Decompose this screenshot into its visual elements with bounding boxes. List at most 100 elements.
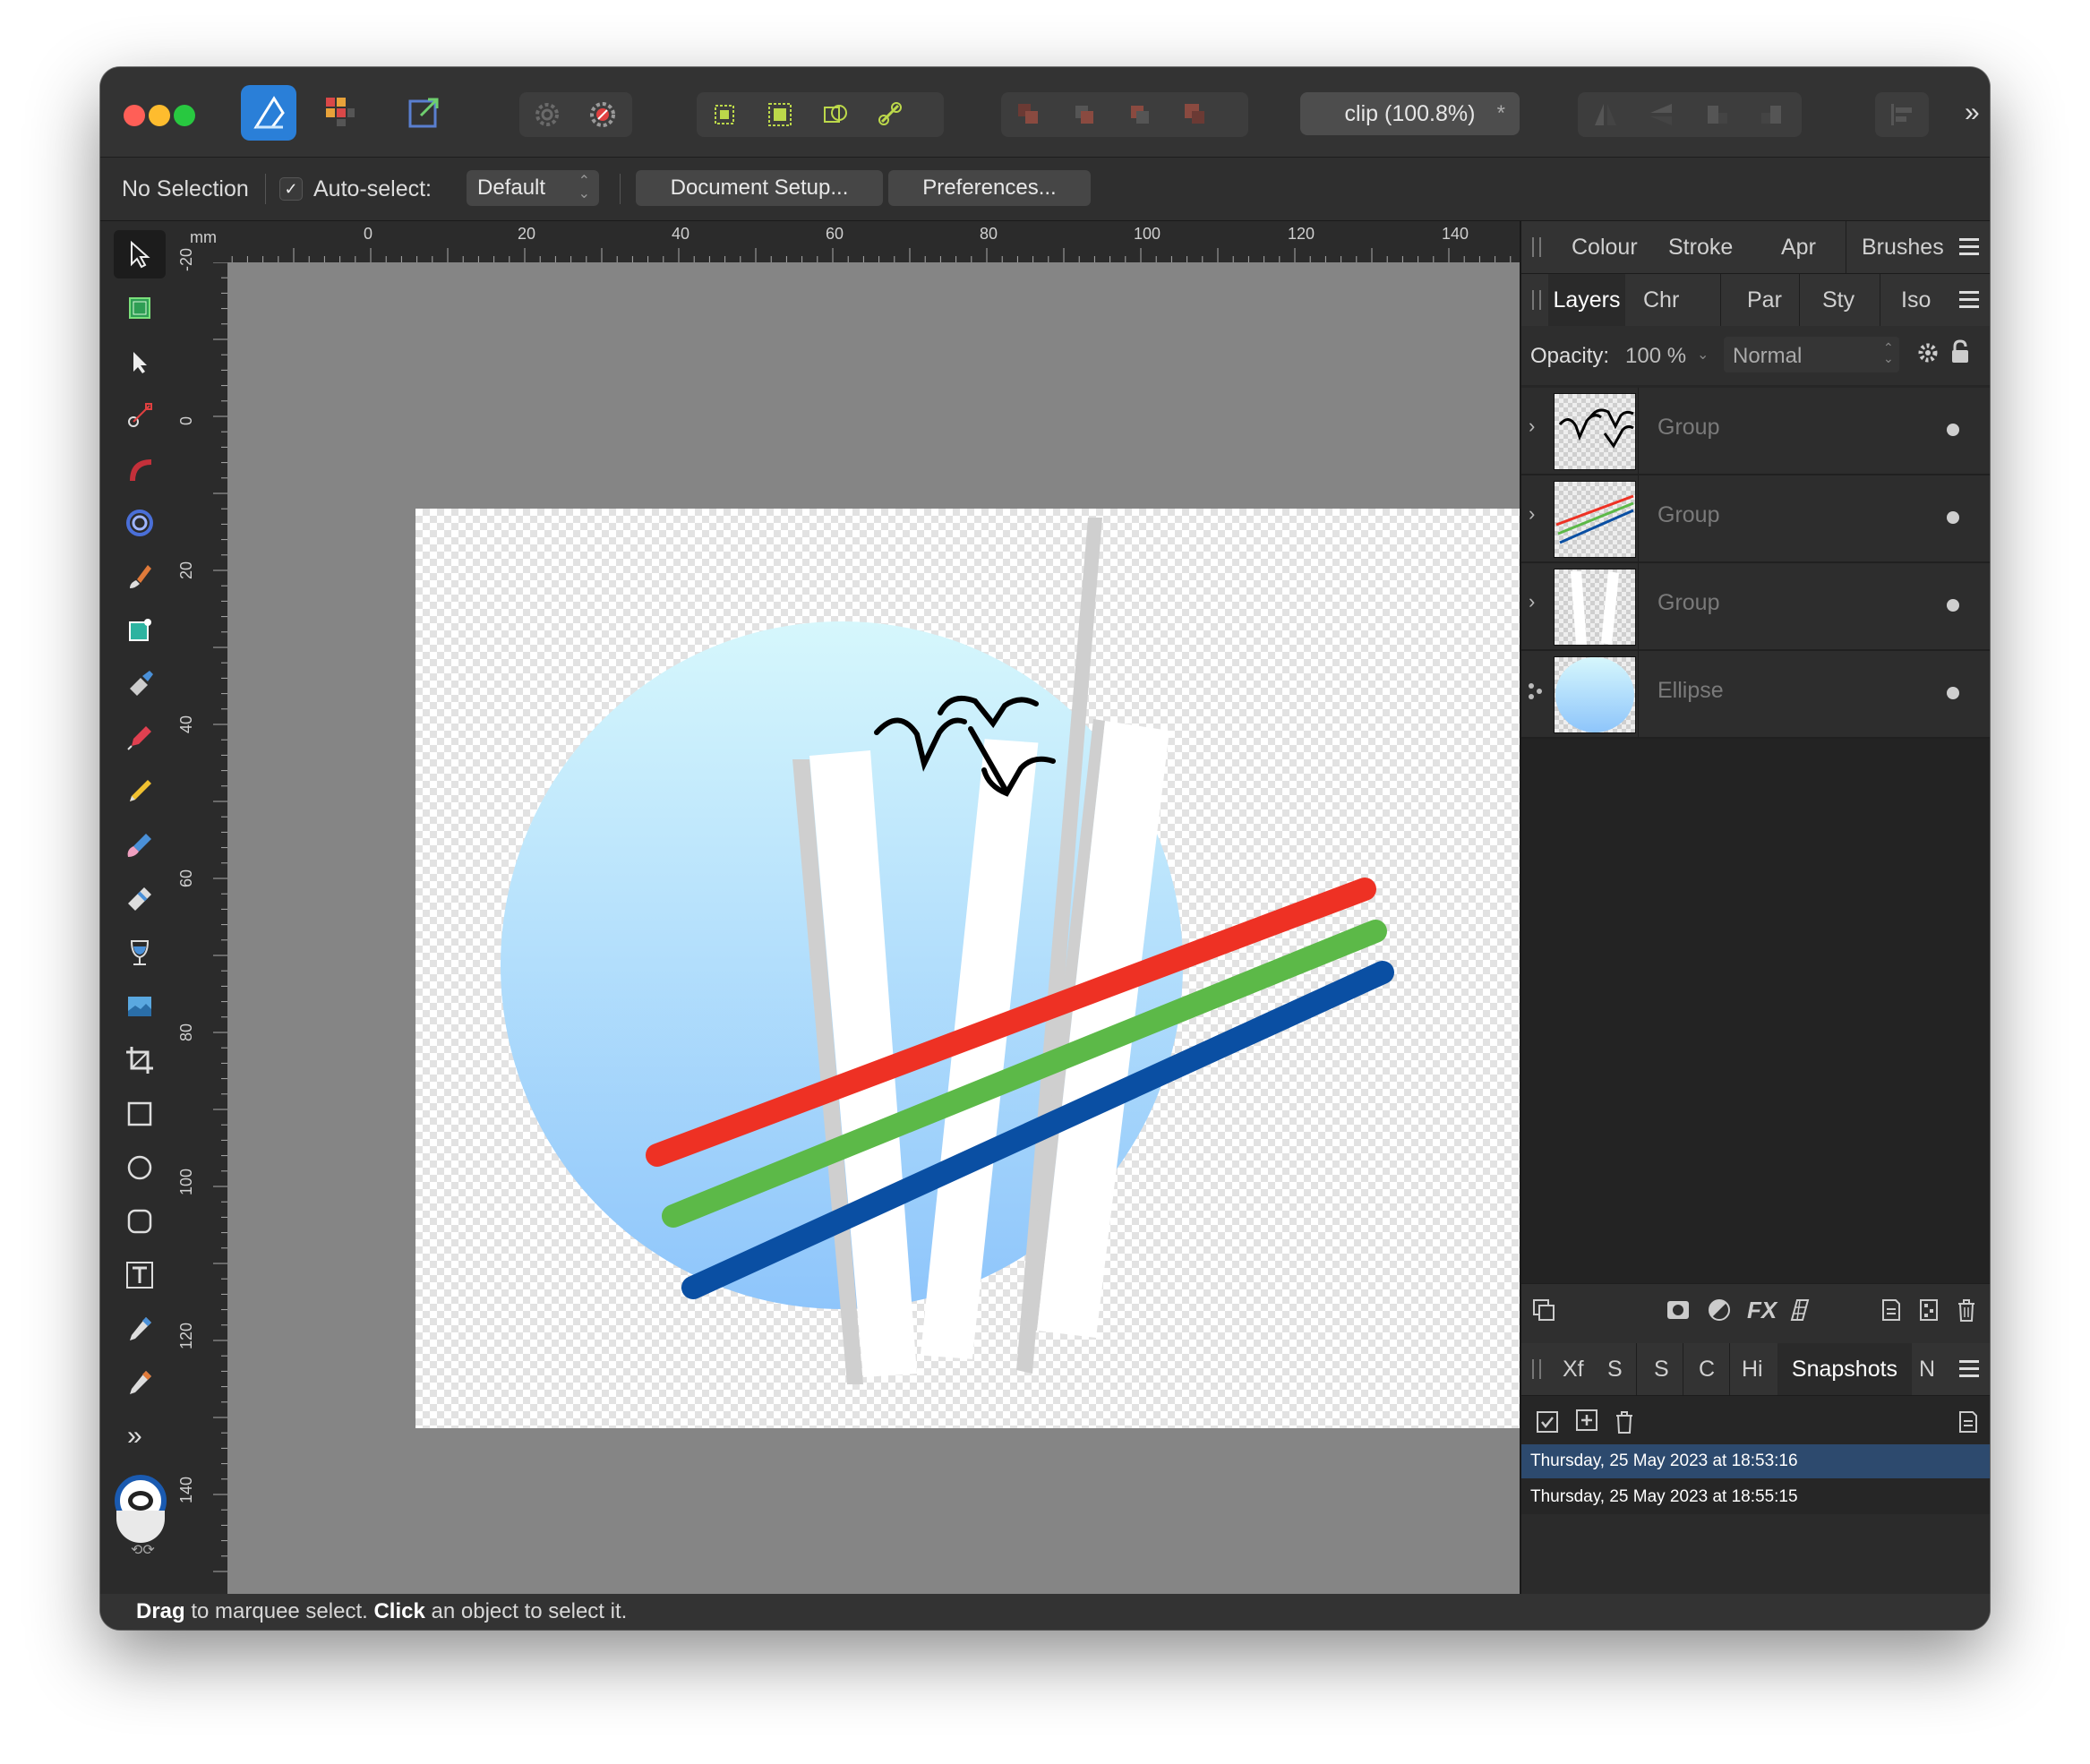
move-front-icon[interactable] — [1168, 92, 1223, 137]
document-tab[interactable]: clip (100.8%) * — [1300, 92, 1520, 135]
designer-persona-icon[interactable] — [241, 85, 296, 141]
tab-paragraph[interactable]: Par — [1747, 274, 1782, 326]
snapping-icon[interactable] — [575, 92, 630, 137]
expand-chevron-icon[interactable]: › — [1529, 415, 1535, 438]
restore-snapshot-icon[interactable] — [1534, 1409, 1561, 1440]
snapshot-item[interactable]: Thursday, 25 May 2023 at 18:55:15 — [1521, 1480, 1990, 1514]
brush-tool-icon[interactable] — [114, 552, 166, 601]
insert-inside-icon[interactable] — [752, 92, 808, 137]
blend-mode-value[interactable]: Normal — [1733, 344, 1802, 369]
rotate-left-icon[interactable] — [1689, 92, 1744, 137]
rotate-right-icon[interactable] — [1744, 92, 1800, 137]
pixel-persona-icon[interactable] — [322, 94, 358, 134]
tab-colour[interactable]: Colour — [1572, 221, 1638, 273]
add-pixel-layer-icon[interactable] — [1915, 1297, 1942, 1328]
tab-layers[interactable]: Layers — [1548, 274, 1625, 326]
delete-snapshot-icon[interactable] — [1611, 1409, 1638, 1440]
move-back-icon[interactable] — [1001, 92, 1057, 137]
tab-isolation[interactable]: Iso — [1901, 274, 1931, 326]
visibility-dot-icon[interactable] — [1947, 511, 1959, 524]
rectangle-tool-icon[interactable] — [114, 1090, 166, 1138]
opacity-value[interactable]: 100 % — [1625, 344, 1686, 369]
tab-styles[interactable]: Sty — [1822, 274, 1854, 326]
color-picker-tool-icon[interactable] — [114, 1305, 166, 1353]
close-window-button[interactable] — [124, 105, 145, 126]
flip-horizontal-icon[interactable] — [1578, 92, 1633, 137]
mask-icon[interactable] — [1665, 1297, 1692, 1328]
document-setup-button[interactable]: Document Setup... — [636, 170, 883, 206]
transparency-tool-icon[interactable] — [114, 929, 166, 977]
trash-icon[interactable] — [1953, 1297, 1980, 1328]
checkmark-icon[interactable]: ✓ — [279, 177, 303, 201]
minimize-window-button[interactable] — [149, 105, 170, 126]
node-tool-icon[interactable] — [114, 338, 166, 386]
align-icon[interactable] — [1875, 92, 1929, 137]
panel-grip-icon[interactable] — [1532, 1359, 1541, 1379]
artboard-tool-icon[interactable] — [114, 284, 166, 332]
add-layer-icon[interactable] — [1878, 1297, 1905, 1328]
adjustment-icon[interactable] — [1706, 1297, 1733, 1328]
canvas-area[interactable] — [227, 262, 1617, 1594]
expand-chevron-icon[interactable]: › — [1529, 502, 1535, 526]
auto-select-dropdown[interactable]: Default ⌃ ⌄ — [467, 170, 599, 206]
export-persona-icon[interactable] — [405, 92, 444, 136]
boolean-icon[interactable] — [808, 92, 863, 137]
add-snapshot-icon[interactable] — [1573, 1407, 1600, 1438]
tab-constraints[interactable]: C — [1699, 1343, 1715, 1395]
layer-row[interactable]: Ellipse — [1521, 651, 1990, 739]
more-tools-icon[interactable]: » — [127, 1421, 142, 1451]
tab-appearance[interactable]: Apr — [1781, 221, 1816, 273]
visibility-dot-icon[interactable] — [1947, 687, 1959, 699]
tab-character[interactable]: Chr — [1643, 274, 1679, 326]
auto-select-toggle[interactable]: ✓ Auto-select: — [279, 158, 432, 220]
corner-tool-icon[interactable] — [114, 445, 166, 493]
tab-snapshots[interactable]: Snapshots — [1777, 1343, 1912, 1395]
panel-menu-icon[interactable] — [1959, 234, 1979, 260]
link-icon[interactable] — [863, 92, 919, 137]
snapshot-item-selected[interactable]: Thursday, 25 May 2023 at 18:53:16 — [1521, 1444, 1990, 1478]
document-close-icon[interactable]: * — [1497, 101, 1505, 126]
preferences-button[interactable]: Preferences... — [888, 170, 1091, 206]
toolbar-overflow-icon[interactable]: » — [1965, 98, 1980, 128]
document-page[interactable] — [415, 509, 1571, 1428]
pencil-tool-icon[interactable] — [114, 767, 166, 816]
vector-brush-tool-icon[interactable] — [114, 821, 166, 869]
fill-swatch[interactable] — [116, 1511, 165, 1543]
eraser-tool-icon[interactable] — [114, 875, 166, 923]
chevron-down-icon[interactable]: ⌄ — [1697, 346, 1709, 364]
settings-gear-icon[interactable] — [519, 92, 575, 137]
layer-row[interactable]: › Group — [1521, 388, 1990, 475]
panel-menu-icon[interactable] — [1959, 1356, 1979, 1382]
gear-icon[interactable] — [1915, 340, 1940, 372]
visibility-dot-icon[interactable] — [1947, 424, 1959, 436]
crop-tool-icon[interactable] — [114, 1036, 166, 1084]
pen-tool-icon[interactable] — [114, 714, 166, 762]
place-image-tool-icon[interactable] — [114, 982, 166, 1031]
new-document-from-snapshot-icon[interactable] — [1955, 1409, 1982, 1440]
move-backward-icon[interactable] — [1057, 92, 1112, 137]
updown-chevron-icon[interactable]: ⌃ ⌄ — [1883, 341, 1894, 364]
panel-grip-icon[interactable] — [1532, 237, 1541, 257]
expand-chevron-icon[interactable]: › — [1529, 590, 1535, 613]
vector-brush-icon[interactable] — [114, 660, 166, 708]
contour-tool-icon[interactable] — [114, 499, 166, 547]
select-grid-icon[interactable] — [697, 92, 752, 137]
move-forward-icon[interactable] — [1112, 92, 1168, 137]
tab-symbols[interactable]: S — [1654, 1343, 1669, 1395]
panel-menu-icon[interactable] — [1959, 287, 1979, 313]
tab-stroke[interactable]: Stroke — [1668, 221, 1733, 273]
rounded-rectangle-tool-icon[interactable] — [114, 1197, 166, 1246]
ellipse-tool-icon[interactable] — [114, 1143, 166, 1192]
tab-navigator[interactable]: N — [1919, 1343, 1935, 1395]
fill-tool-icon[interactable] — [114, 606, 166, 655]
tab-swatches[interactable]: S — [1607, 1343, 1623, 1395]
tab-brushes[interactable]: Brushes — [1862, 221, 1944, 273]
layer-row[interactable]: › Group — [1521, 475, 1990, 563]
panel-grip-icon[interactable] — [1532, 290, 1541, 310]
tab-transform[interactable]: Xf — [1563, 1343, 1584, 1395]
point-transform-tool-icon[interactable] — [114, 391, 166, 440]
zoom-window-button[interactable] — [174, 105, 195, 126]
layer-row[interactable]: › Group — [1521, 563, 1990, 651]
text-tool-icon[interactable] — [114, 1251, 166, 1299]
live-filter-icon[interactable] — [1786, 1297, 1813, 1328]
